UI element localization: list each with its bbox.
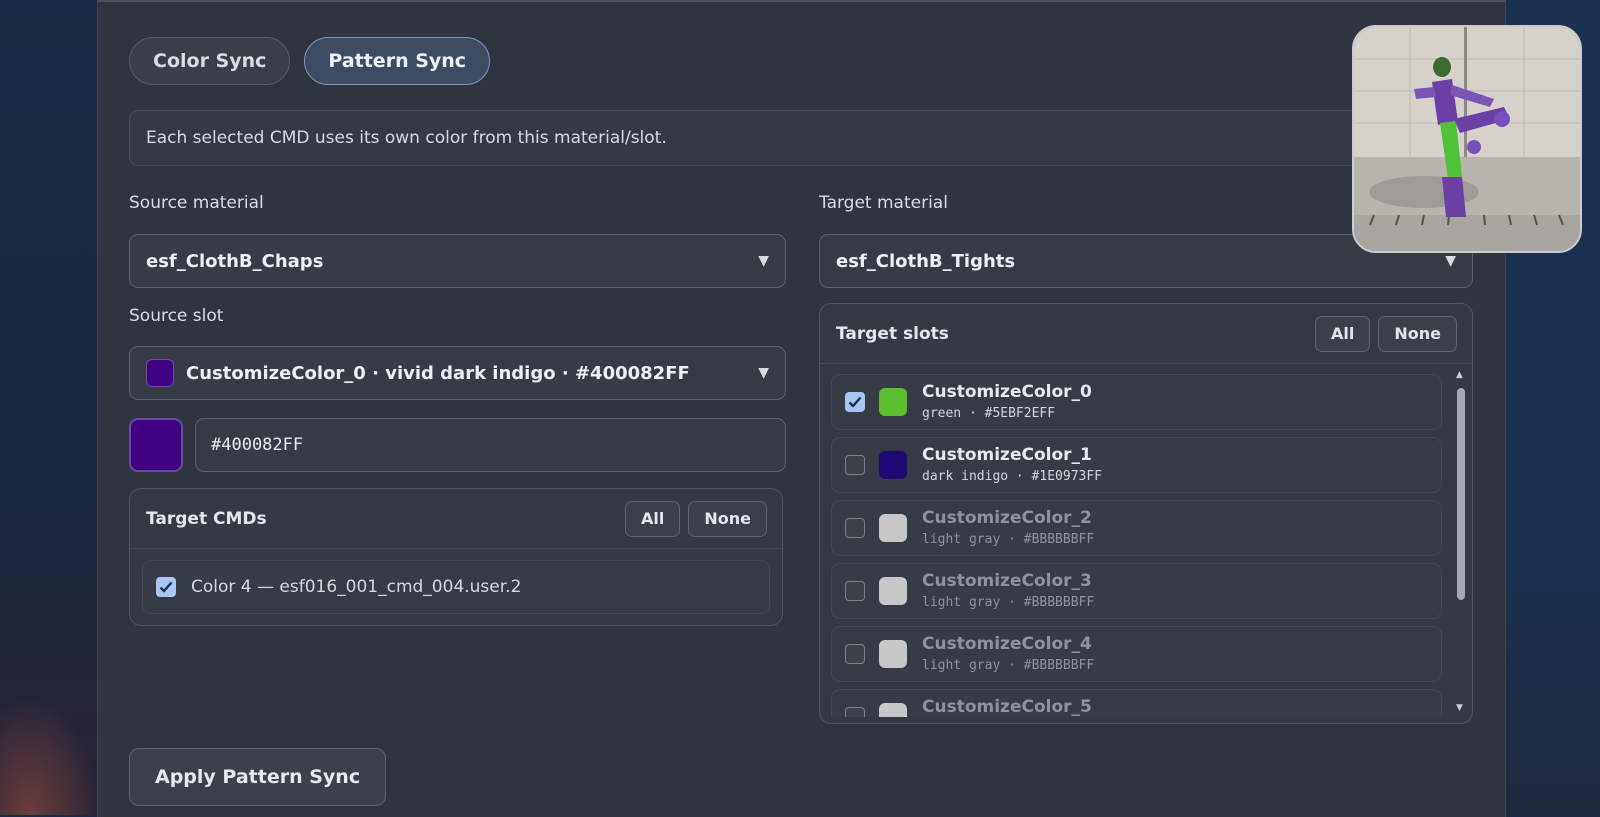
target-cmds-title: Target CMDs bbox=[146, 508, 267, 529]
chevron-down-icon: ▼ bbox=[758, 365, 769, 381]
source-slot-value: CustomizeColor_0 · vivid dark indigo · #… bbox=[186, 362, 690, 384]
slot-color-swatch bbox=[879, 577, 907, 605]
checkbox-checked[interactable] bbox=[156, 577, 176, 597]
tab-color-sync[interactable]: Color Sync bbox=[129, 37, 291, 85]
character-preview-image bbox=[1352, 25, 1582, 253]
target-slot-row[interactable]: CustomizeColor_4light gray · #BBBBBBFF bbox=[831, 626, 1442, 682]
chevron-down-icon: ▼ bbox=[1445, 253, 1456, 269]
slot-description: light gray · #BBBBBBFF bbox=[922, 595, 1095, 610]
slot-name: CustomizeColor_4 bbox=[922, 634, 1092, 654]
scroll-up-icon[interactable]: ▲ bbox=[1456, 370, 1463, 380]
checkbox-unchecked[interactable] bbox=[845, 644, 865, 664]
slot-description: light gray · #BBBBBBFF bbox=[922, 658, 1095, 673]
target-cmd-label: Color 4 — esf016_001_cmd_004.user.2 bbox=[191, 577, 522, 597]
checkmark-icon bbox=[848, 396, 862, 408]
slot-text: CustomizeColor_5light gray · #BBBBBBFF bbox=[922, 699, 1094, 717]
checkbox-unchecked[interactable] bbox=[845, 581, 865, 601]
slot-color-swatch bbox=[879, 703, 907, 717]
target-slot-row[interactable]: CustomizeColor_3light gray · #BBBBBBFF bbox=[831, 563, 1442, 619]
target-cmds-box: Target CMDs All None Color 4 — esf016_00… bbox=[129, 488, 783, 626]
slot-color-swatch bbox=[879, 514, 907, 542]
checkbox-unchecked[interactable] bbox=[845, 518, 865, 538]
slot-description: light gray · #BBBBBBFF bbox=[922, 532, 1095, 547]
target-material-value: esf_ClothB_Tights bbox=[836, 250, 1016, 272]
target-slot-row[interactable]: CustomizeColor_2light gray · #BBBBBBFF bbox=[831, 500, 1442, 556]
target-material-label: Target material bbox=[819, 193, 948, 213]
source-color-picker[interactable] bbox=[129, 418, 183, 472]
target-slots-all-button[interactable]: All bbox=[1315, 315, 1371, 352]
source-slot-select[interactable]: CustomizeColor_0 · vivid dark indigo · #… bbox=[129, 346, 786, 400]
slot-text: CustomizeColor_4light gray · #BBBBBBFF bbox=[922, 634, 1095, 673]
chevron-down-icon: ▼ bbox=[758, 253, 769, 269]
checkbox-unchecked[interactable] bbox=[845, 707, 865, 717]
source-slot-swatch bbox=[146, 359, 174, 387]
background-left bbox=[0, 695, 100, 815]
target-slot-row[interactable]: CustomizeColor_5light gray · #BBBBBBFF bbox=[831, 689, 1442, 717]
target-cmds-all-button[interactable]: All bbox=[625, 500, 681, 537]
apply-pattern-sync-button[interactable]: Apply Pattern Sync bbox=[129, 748, 387, 806]
slot-text: CustomizeColor_0green · #5EBF2EFF bbox=[922, 382, 1092, 421]
slot-description: green · #5EBF2EFF bbox=[922, 406, 1056, 421]
source-hex-input[interactable]: #400082FF bbox=[195, 418, 786, 472]
target-slots-header: Target slots All None bbox=[820, 304, 1472, 364]
checkbox-unchecked[interactable] bbox=[845, 455, 865, 475]
target-slot-row[interactable]: CustomizeColor_0green · #5EBF2EFF bbox=[831, 374, 1442, 430]
target-cmds-none-button[interactable]: None bbox=[688, 500, 767, 537]
slot-name: CustomizeColor_5 bbox=[922, 697, 1092, 717]
source-slot-label: Source slot bbox=[129, 306, 224, 326]
info-text: Each selected CMD uses its own color fro… bbox=[146, 128, 667, 148]
target-slots-title: Target slots bbox=[836, 323, 949, 344]
slot-text: CustomizeColor_3light gray · #BBBBBBFF bbox=[922, 571, 1095, 610]
pattern-sync-panel: Color Sync Pattern Sync Each selected CM… bbox=[97, 0, 1506, 817]
info-banner: Each selected CMD uses its own color fro… bbox=[129, 110, 1469, 166]
scroll-down-icon[interactable]: ▼ bbox=[1456, 703, 1463, 713]
checkmark-icon bbox=[159, 581, 173, 593]
slot-description: dark indigo · #1E0973FF bbox=[922, 469, 1103, 484]
tab-pattern-sync[interactable]: Pattern Sync bbox=[304, 37, 491, 85]
source-hex-value: #400082FF bbox=[211, 435, 304, 455]
slot-color-swatch bbox=[879, 640, 907, 668]
source-material-label: Source material bbox=[129, 193, 264, 213]
character-preview-graphic bbox=[1354, 27, 1580, 251]
slot-name: CustomizeColor_1 bbox=[922, 445, 1092, 465]
target-cmd-item[interactable]: Color 4 — esf016_001_cmd_004.user.2 bbox=[142, 560, 770, 614]
scrollbar-thumb[interactable] bbox=[1457, 388, 1465, 600]
slot-text: CustomizeColor_2light gray · #BBBBBBFF bbox=[922, 508, 1095, 547]
target-slots-none-button[interactable]: None bbox=[1378, 315, 1457, 352]
mode-tabs: Color Sync Pattern Sync bbox=[129, 37, 491, 85]
slot-name: CustomizeColor_0 bbox=[922, 382, 1092, 402]
slot-text: CustomizeColor_1dark indigo · #1E0973FF bbox=[922, 445, 1103, 484]
slot-color-swatch bbox=[879, 451, 907, 479]
checkbox-checked[interactable] bbox=[845, 392, 865, 412]
target-slots-box: Target slots All None CustomizeColor_0gr… bbox=[819, 303, 1473, 724]
slot-name: CustomizeColor_3 bbox=[922, 571, 1092, 591]
scrollbar[interactable]: ▲ ▼ bbox=[1454, 368, 1468, 713]
slot-name: CustomizeColor_2 bbox=[922, 508, 1092, 528]
target-slots-list[interactable]: CustomizeColor_0 green · #5EBF2EFF Customi… bbox=[820, 364, 1472, 717]
target-cmds-header: Target CMDs All None bbox=[130, 489, 782, 549]
source-material-value: esf_ClothB_Chaps bbox=[146, 250, 324, 272]
slot-color-swatch bbox=[879, 388, 907, 416]
target-slot-row[interactable]: CustomizeColor_1dark indigo · #1E0973FF bbox=[831, 437, 1442, 493]
source-material-select[interactable]: esf_ClothB_Chaps ▼ bbox=[129, 234, 786, 288]
